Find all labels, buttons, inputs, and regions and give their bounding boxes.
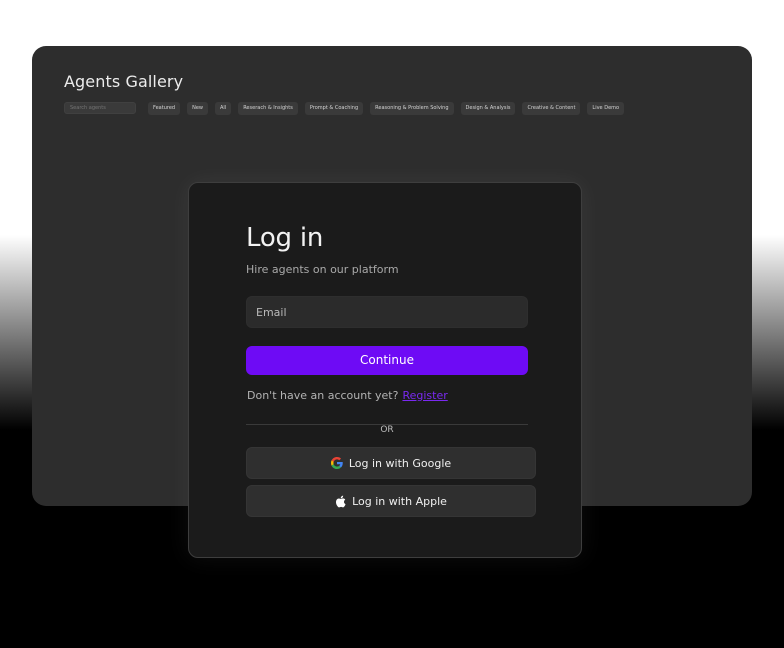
chip-reasoning-problem-solving[interactable]: Reasoning & Problem Solving [370, 102, 454, 115]
apple-icon [335, 495, 346, 508]
google-icon [330, 457, 343, 469]
gallery-title: Agents Gallery [64, 72, 184, 91]
google-login-label: Log in with Google [348, 456, 452, 470]
login-title: Log in [246, 223, 324, 253]
backdrop: Agents Gallery Featured New All Reserach… [0, 0, 784, 648]
google-login-button[interactable]: Log in with Google [246, 447, 536, 479]
chip-prompt-coaching[interactable]: Prompt & Coaching [304, 102, 364, 115]
chip-live-demo[interactable]: Live Demo [587, 102, 625, 115]
chip-creative-content[interactable]: Creative & Content [522, 102, 581, 115]
register-row: Don't have an account yet? Register [247, 389, 448, 402]
apple-login-button[interactable]: Log in with Apple [246, 485, 536, 517]
no-account-text: Don't have an account yet? [247, 389, 399, 402]
gallery-search-input[interactable] [64, 102, 136, 114]
category-chips: Featured New All Reserach & Insights Pro… [148, 102, 625, 115]
chip-research-insights[interactable]: Reserach & Insights [238, 102, 298, 115]
chip-all[interactable]: All [214, 102, 232, 115]
apple-login-label: Log in with Apple [352, 494, 447, 508]
chip-new[interactable]: New [187, 102, 208, 115]
register-link[interactable]: Register [402, 389, 447, 402]
chip-featured[interactable]: Featured [148, 102, 181, 115]
chip-design-analysis[interactable]: Design & Analysis [460, 102, 516, 115]
email-field[interactable] [246, 296, 528, 328]
login-card: Log in Hire agents on our platform Conti… [188, 182, 582, 558]
or-separator: OR [376, 425, 398, 435]
continue-button[interactable]: Continue [246, 346, 528, 375]
login-subtitle: Hire agents on our platform [246, 263, 399, 276]
